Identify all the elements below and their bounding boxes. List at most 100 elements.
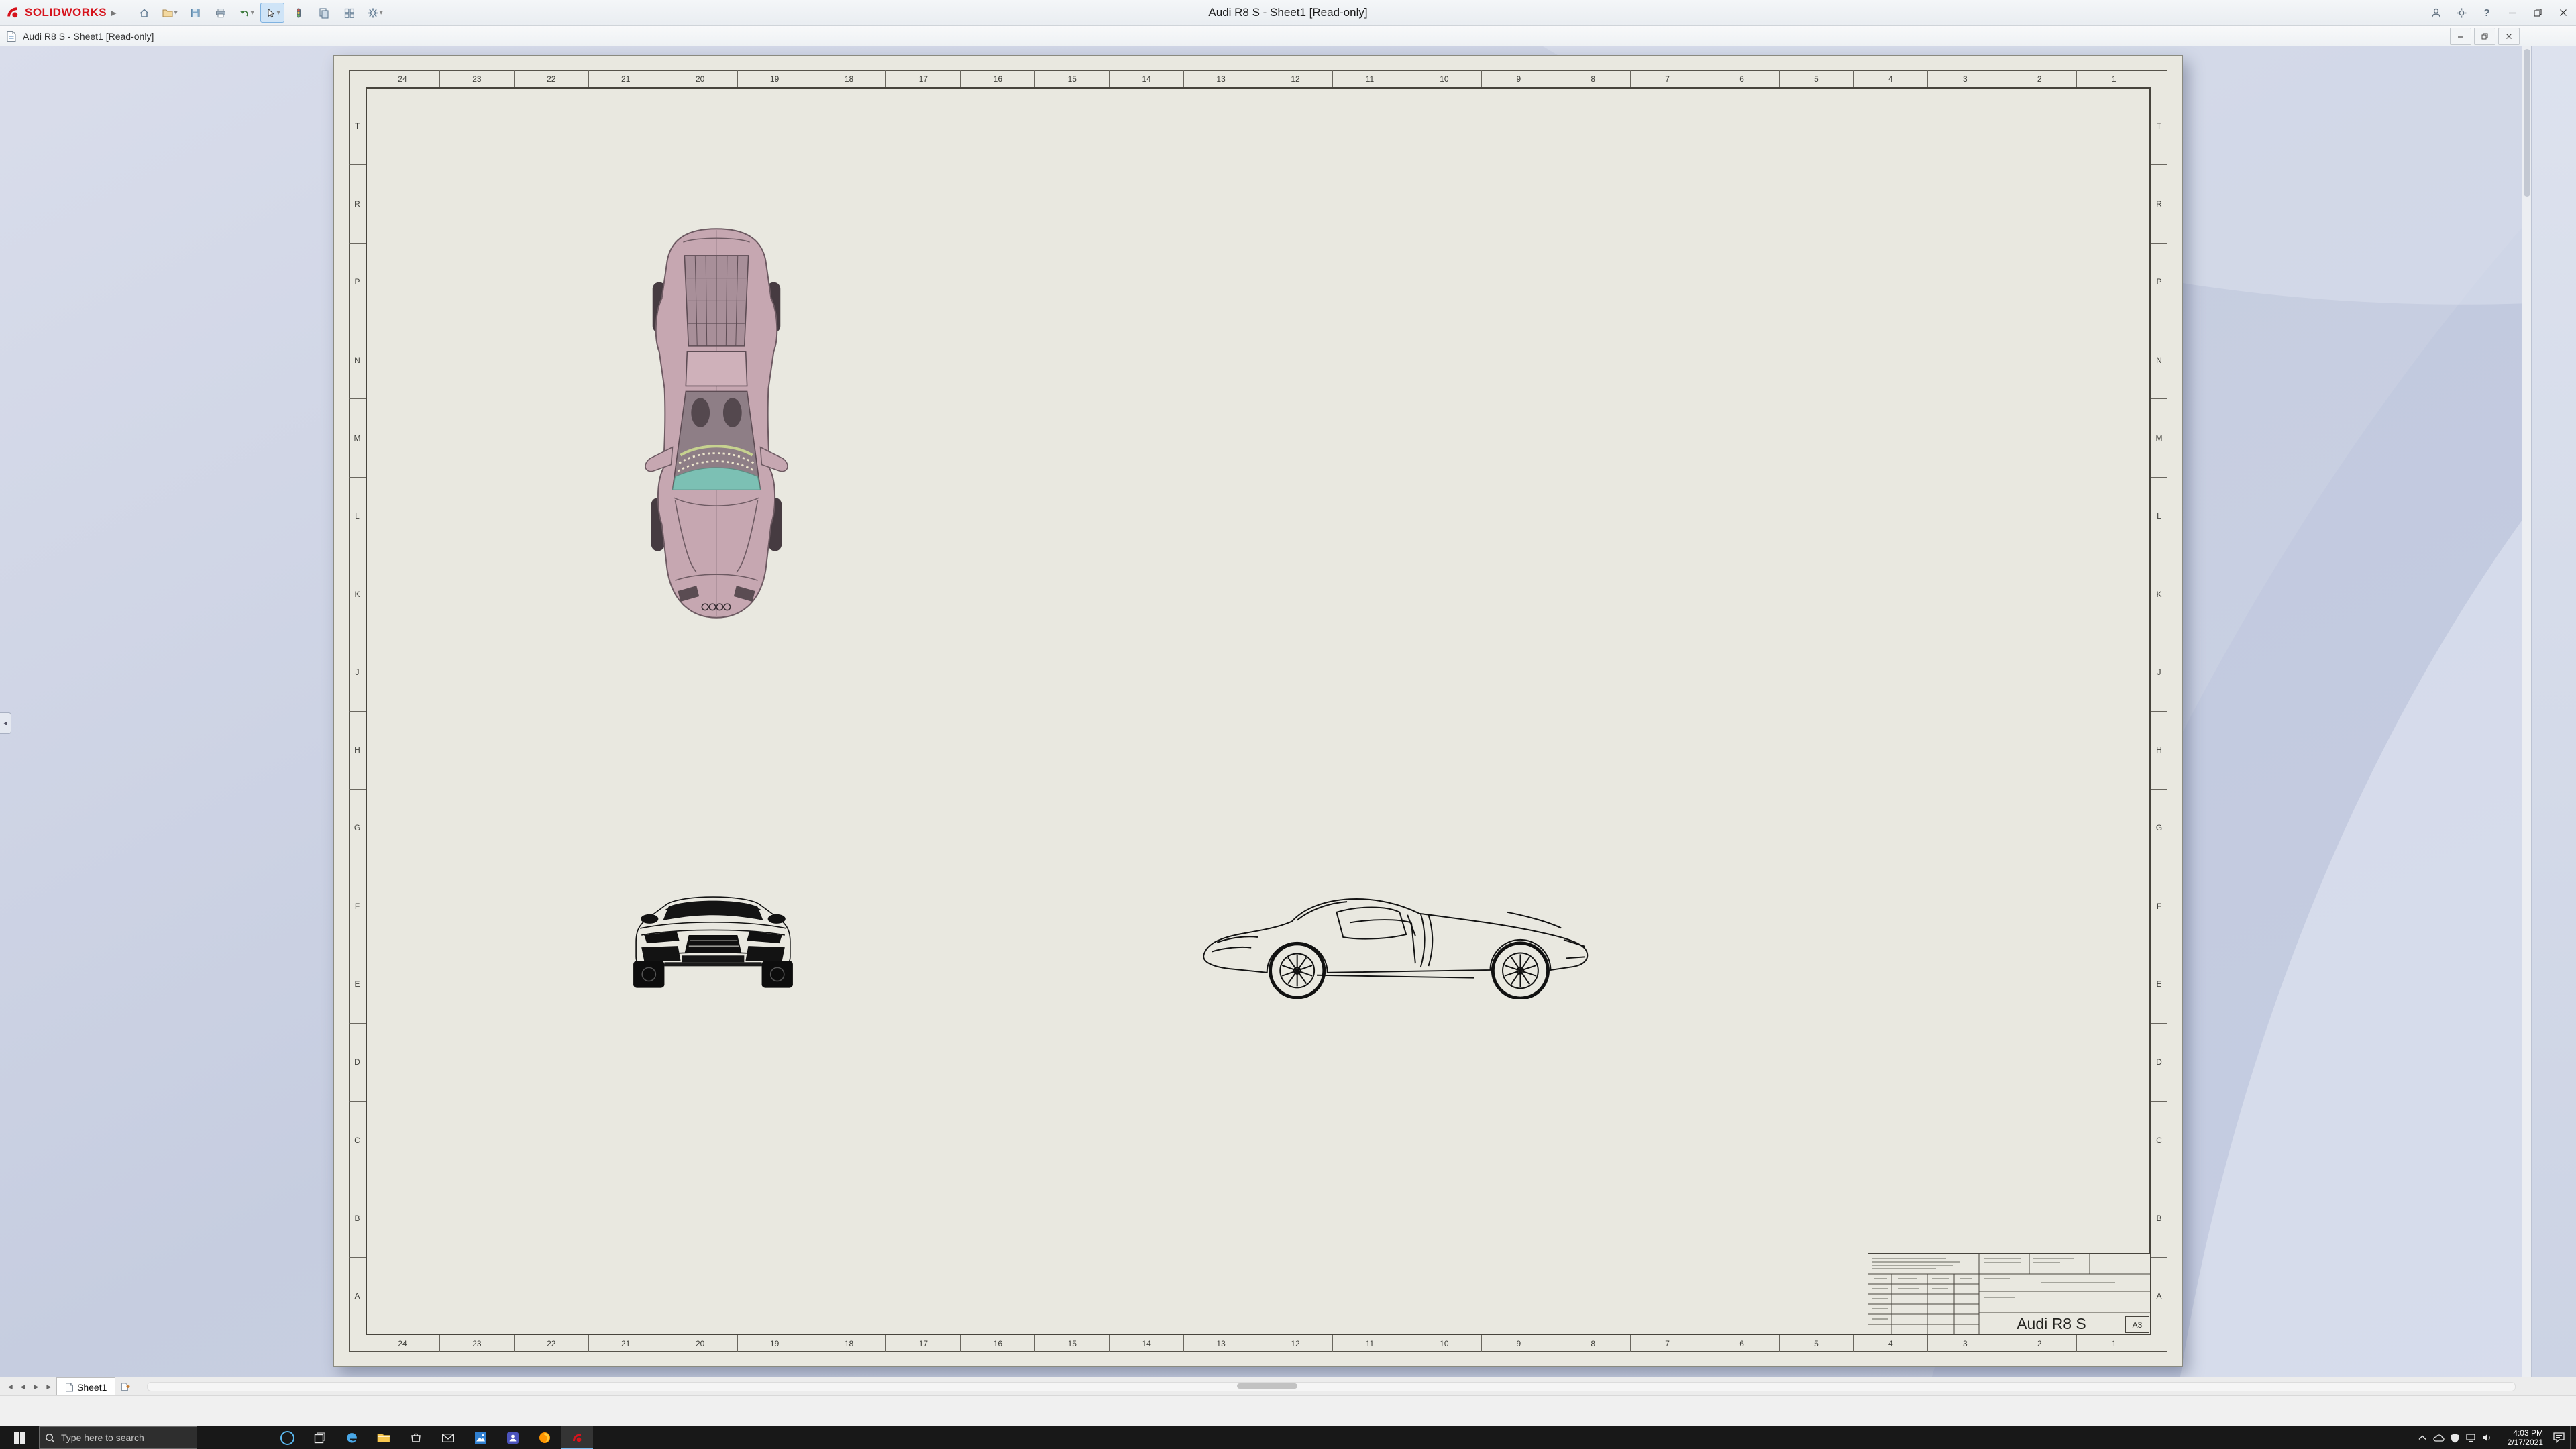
- help-button[interactable]: ?: [2474, 0, 2500, 25]
- solidworks-logo[interactable]: SOLIDWORKS: [25, 6, 107, 19]
- clock-time: 4:03 PM: [2513, 1428, 2543, 1438]
- save-icon: [189, 7, 201, 19]
- ruler-row-label: R: [349, 164, 366, 242]
- ruler-column-label: 1: [2076, 70, 2151, 87]
- taskbar-search[interactable]: [39, 1426, 197, 1449]
- options-button[interactable]: ▾: [364, 3, 386, 22]
- chevron-up-icon: [2418, 1435, 2426, 1440]
- solidworks-taskbar-button[interactable]: [561, 1426, 593, 1449]
- side-view-car: [1195, 875, 1596, 999]
- taskbar-clock[interactable]: 4:03 PM 2/17/2021: [2495, 1426, 2547, 1449]
- title-block-text-line: [1872, 1258, 1946, 1259]
- title-block-text-line: [1984, 1258, 2021, 1259]
- tab-sheet1[interactable]: Sheet1: [56, 1377, 115, 1396]
- ruler-column-label: 14: [1109, 1335, 1183, 1352]
- security-button[interactable]: [2447, 1426, 2463, 1449]
- show-desktop-button[interactable]: [2570, 1426, 2576, 1449]
- minimize-button[interactable]: [2500, 0, 2525, 25]
- ruler-column-label: 5: [1779, 1335, 1854, 1352]
- logo-menu-caret-icon[interactable]: ▶: [111, 9, 116, 17]
- network-button[interactable]: [2463, 1426, 2479, 1449]
- panel-collapse-arrow[interactable]: ◂: [0, 712, 11, 734]
- ruler-column-label: 11: [1332, 1335, 1407, 1352]
- ruler-column-label: 20: [663, 70, 737, 87]
- ruler-column-label: 24: [366, 1335, 439, 1352]
- drawing-view-top[interactable]: [630, 223, 803, 623]
- close-button[interactable]: [2551, 0, 2576, 25]
- horizontal-scrollbar-thumb[interactable]: [1237, 1383, 1297, 1389]
- copy-settings-button[interactable]: [313, 3, 335, 22]
- vertical-scrollbar[interactable]: [2522, 46, 2532, 1377]
- restore-button[interactable]: [2525, 0, 2551, 25]
- onedrive-button[interactable]: [2430, 1426, 2447, 1449]
- ruler-column-label: 6: [1705, 1335, 1779, 1352]
- horizontal-scrollbar[interactable]: [147, 1382, 2516, 1391]
- store-button[interactable]: [400, 1426, 432, 1449]
- title-bar[interactable]: SOLIDWORKS ▶ ▾ ▾ ▾: [0, 0, 2576, 26]
- edge-icon: [345, 1432, 358, 1444]
- open-button[interactable]: ▾: [158, 3, 181, 22]
- firefox-button[interactable]: [529, 1426, 561, 1449]
- drawing-sheet[interactable]: 242322212019181716151413121110987654321 …: [333, 55, 2183, 1367]
- ruler-column-label: 17: [885, 1335, 960, 1352]
- child-minimize-button[interactable]: [2450, 28, 2471, 45]
- vertical-scrollbar-thumb[interactable]: [2524, 49, 2530, 197]
- status-bar: [0, 1395, 2576, 1427]
- home-button[interactable]: [133, 3, 156, 22]
- photos-button[interactable]: [464, 1426, 496, 1449]
- search-input[interactable]: [60, 1432, 176, 1444]
- add-sheet-button[interactable]: [115, 1378, 136, 1396]
- rebuild-traffic-light-icon: [292, 7, 305, 19]
- title-block-text-line: [1932, 1288, 1948, 1289]
- ruler-row-label: E: [2151, 945, 2167, 1022]
- ruler-row-label: K: [2151, 555, 2167, 633]
- ruler-column-label: 19: [737, 70, 812, 87]
- ruler-row-label: A: [349, 1257, 366, 1335]
- sheet-tab-bar: |◀ ◀ ▶ ▶| Sheet1: [0, 1377, 2576, 1396]
- help-icon: ?: [2483, 7, 2489, 19]
- quick-access-toolbar: ▾ ▾ ▾: [133, 3, 386, 23]
- options-gear-icon: [367, 7, 379, 19]
- undo-button[interactable]: ▾: [235, 3, 258, 22]
- edge-button[interactable]: [335, 1426, 368, 1449]
- start-button[interactable]: [0, 1426, 39, 1449]
- cortana-button[interactable]: [271, 1426, 303, 1449]
- display-settings-button[interactable]: [338, 3, 361, 22]
- child-restore-button[interactable]: [2474, 28, 2496, 45]
- drawing-view-side[interactable]: [1195, 875, 1596, 999]
- ruler-column-label: 19: [737, 1335, 812, 1352]
- rebuild-button[interactable]: [287, 3, 310, 22]
- security-shield-icon: [2451, 1433, 2459, 1443]
- next-sheet-button[interactable]: ▶: [30, 1379, 43, 1394]
- teams-button[interactable]: [496, 1426, 529, 1449]
- task-view-button[interactable]: [303, 1426, 335, 1449]
- title-block-text-line: [1872, 1288, 1888, 1289]
- login-button[interactable]: [2423, 0, 2449, 25]
- file-explorer-button[interactable]: [368, 1426, 400, 1449]
- drawing-view-front[interactable]: [625, 875, 801, 992]
- child-close-button[interactable]: [2498, 28, 2520, 45]
- ruler-column-label: 21: [588, 1335, 663, 1352]
- action-center-button[interactable]: [2547, 1426, 2570, 1449]
- title-block-text-line: [2041, 1282, 2115, 1283]
- previous-sheet-button[interactable]: ◀: [16, 1379, 30, 1394]
- volume-button[interactable]: [2479, 1426, 2495, 1449]
- hidden-icons-button[interactable]: [2414, 1426, 2430, 1449]
- settings-gear-icon: [2456, 7, 2467, 19]
- first-sheet-button[interactable]: |◀: [3, 1379, 16, 1394]
- ruler-column-label: 23: [439, 70, 514, 87]
- select-button[interactable]: ▾: [260, 3, 284, 23]
- print-button[interactable]: [209, 3, 232, 22]
- graphics-area[interactable]: 242322212019181716151413121110987654321 …: [0, 46, 2576, 1377]
- settings-button[interactable]: [2449, 0, 2474, 25]
- ruler-column-label: 6: [1705, 70, 1779, 87]
- last-sheet-button[interactable]: ▶|: [43, 1379, 56, 1394]
- save-button[interactable]: [184, 3, 207, 22]
- ruler-row-label: P: [2151, 243, 2167, 321]
- ruler-row-label: M: [2151, 398, 2167, 476]
- task-pane-collapsed[interactable]: [2531, 46, 2576, 1377]
- ruler-row-label: N: [349, 321, 366, 398]
- windows-logo-icon: [14, 1432, 25, 1444]
- ruler-row-label: L: [349, 477, 366, 555]
- mail-button[interactable]: [432, 1426, 464, 1449]
